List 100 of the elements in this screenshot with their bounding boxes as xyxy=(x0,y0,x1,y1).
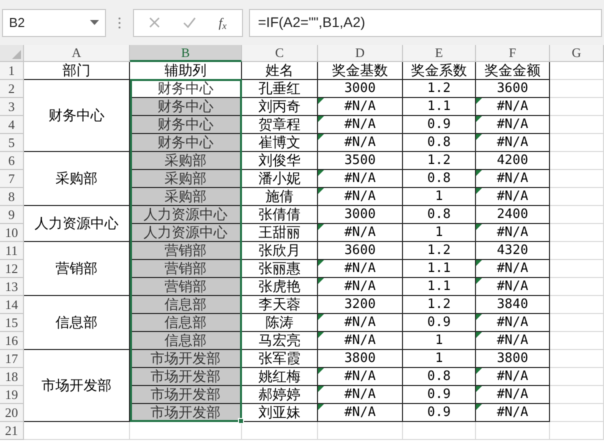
column-header[interactable]: E xyxy=(403,45,476,62)
row-header[interactable]: 14 xyxy=(0,296,24,314)
table-cell: 1.2 xyxy=(403,242,476,260)
insert-function-button[interactable]: f$_{x}$ xyxy=(218,12,227,32)
table-cell: 陈涛 xyxy=(242,314,318,332)
table-cell: 奖金基数 xyxy=(318,62,403,80)
name-box[interactable]: B2 xyxy=(2,8,106,36)
table-cell: 1.1 xyxy=(403,98,476,116)
table-cell: 市场开发部 xyxy=(130,350,242,368)
select-all-icon[interactable] xyxy=(12,50,21,59)
table-cell: 采购部 xyxy=(130,152,242,170)
table-cell: 财务中心 xyxy=(130,80,242,98)
table-cell: 1.2 xyxy=(403,152,476,170)
table-cell: 市场开发部 xyxy=(130,368,242,386)
row-header[interactable]: 7 xyxy=(0,170,24,188)
table-cell: 财务中心 xyxy=(130,134,242,152)
cell-value: 3600 xyxy=(496,80,528,98)
cell-value: #N/A xyxy=(496,332,528,350)
cell-value: #N/A xyxy=(344,386,376,404)
column-header[interactable]: B xyxy=(130,45,242,62)
table-cell: 姓名 xyxy=(242,62,318,80)
row-header[interactable]: 11 xyxy=(0,242,24,260)
table-cell: 1 xyxy=(403,188,476,206)
table-cell: 刘亚妹 xyxy=(242,404,318,422)
merged-cell: 采购部 xyxy=(24,152,130,206)
cell-value: #N/A xyxy=(344,404,376,422)
table-cell: 马宏亮 xyxy=(242,332,318,350)
table-cell: 0.9 xyxy=(403,314,476,332)
formula-input[interactable]: =IF(A2="",B1,A2) xyxy=(249,8,602,36)
cell-value: 3600 xyxy=(344,242,376,260)
row-header[interactable]: 10 xyxy=(0,224,24,242)
table-cell: 张虎艳 xyxy=(242,278,318,296)
row-header[interactable]: 9 xyxy=(0,206,24,224)
cell-reference: B2 xyxy=(9,14,25,32)
row-header[interactable]: 18 xyxy=(0,368,24,386)
row-header[interactable]: 1 xyxy=(0,62,24,80)
cell-value: #N/A xyxy=(496,224,528,242)
table-cell: 0.8 xyxy=(403,368,476,386)
table-cell: 姚红梅 xyxy=(242,368,318,386)
row-header[interactable]: 20 xyxy=(0,404,24,422)
more-options-icon[interactable] xyxy=(118,16,121,28)
row-header[interactable]: 3 xyxy=(0,98,24,116)
merged-cell: 信息部 xyxy=(24,296,130,350)
dropdown-caret-icon[interactable] xyxy=(90,20,99,25)
row-header[interactable]: 15 xyxy=(0,314,24,332)
table-cell: 贺章程 xyxy=(242,116,318,134)
table-cell: 人力资源中心 xyxy=(130,206,242,224)
cell-value: #N/A xyxy=(496,386,528,404)
cancel-icon[interactable] xyxy=(149,17,160,28)
table-cell: 0.9 xyxy=(403,116,476,134)
row-header[interactable]: 21 xyxy=(0,422,24,440)
row-header[interactable]: 19 xyxy=(0,386,24,404)
cell-value: 2400 xyxy=(496,206,528,224)
table-cell: 0.8 xyxy=(403,134,476,152)
table-cell: 财务中心 xyxy=(130,98,242,116)
table-cell: 刘丙奇 xyxy=(242,98,318,116)
row-header[interactable]: 2 xyxy=(0,80,24,98)
cell-value: 3840 xyxy=(496,296,528,314)
check-icon[interactable] xyxy=(183,17,196,28)
cell-value: #N/A xyxy=(344,224,376,242)
cell-value: #N/A xyxy=(344,332,376,350)
cell-value: #N/A xyxy=(344,368,376,386)
cell-value: #N/A xyxy=(344,116,376,134)
column-header[interactable]: D xyxy=(318,45,403,62)
table-cell: 0.9 xyxy=(403,386,476,404)
row-header[interactable]: 16 xyxy=(0,332,24,350)
row-header[interactable]: 6 xyxy=(0,152,24,170)
table-cell: 1 xyxy=(403,332,476,350)
column-header[interactable]: A xyxy=(24,45,130,62)
cell-value: #N/A xyxy=(344,188,376,206)
table-cell: 1.1 xyxy=(403,278,476,296)
table-cell: 0.8 xyxy=(403,206,476,224)
column-header[interactable]: G xyxy=(550,45,604,62)
row-header[interactable]: 8 xyxy=(0,188,24,206)
merged-cell: 财务中心 xyxy=(24,80,130,152)
table-cell: 营销部 xyxy=(130,278,242,296)
table-cell: 财务中心 xyxy=(130,116,242,134)
table-cell: 市场开发部 xyxy=(130,386,242,404)
cell-value: #N/A xyxy=(496,134,528,152)
cell-value: #N/A xyxy=(496,170,528,188)
table-cell: 奖金金额 xyxy=(476,62,550,80)
row-header[interactable]: 13 xyxy=(0,278,24,296)
table-cell: 人力资源中心 xyxy=(130,224,242,242)
cell-value: 3000 xyxy=(344,80,376,98)
row-header[interactable]: 12 xyxy=(0,260,24,278)
table-cell: 张欣月 xyxy=(242,242,318,260)
cell-value: #N/A xyxy=(344,98,376,116)
cell-value: #N/A xyxy=(496,188,528,206)
table-cell: 营销部 xyxy=(130,260,242,278)
table-cell: 0.9 xyxy=(403,404,476,422)
table-cell: 1 xyxy=(403,350,476,368)
column-header[interactable]: F xyxy=(476,45,550,62)
merged-cell: 营销部 xyxy=(24,242,130,296)
row-header[interactable]: 4 xyxy=(0,116,24,134)
row-header[interactable]: 17 xyxy=(0,350,24,368)
column-header[interactable]: C xyxy=(242,45,318,62)
row-header[interactable]: 5 xyxy=(0,134,24,152)
cell-value: #N/A xyxy=(496,260,528,278)
table-cell: 1 xyxy=(403,224,476,242)
cell-value: 4200 xyxy=(496,152,528,170)
